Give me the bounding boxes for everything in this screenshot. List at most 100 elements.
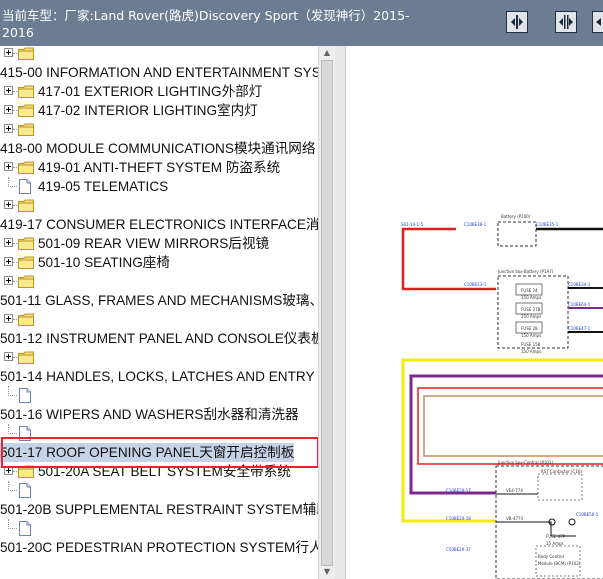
tree-item[interactable]: 415-00 INFORMATION AND ENTERTAINMENT SYS (0, 63, 318, 82)
pane-splitter[interactable] (335, 46, 345, 579)
diagram-label: C10BE34-1 (568, 282, 591, 287)
folder-icon (18, 237, 34, 250)
tree-item[interactable]: 501-20B SUPPLEMENTAL RESTRAINT SYSTEM辅助约 (0, 500, 318, 519)
tree-item-label: 419-01 ANTI-THEFT SYSTEM 防盗系统 (38, 160, 281, 175)
tree-item[interactable] (0, 481, 318, 500)
diagram-label: FUSE 24 (521, 288, 538, 293)
diagram-label: C10BE64-1 (568, 302, 591, 307)
tree-item[interactable]: 417-01 EXTERIOR LIGHTING外部灯 (0, 82, 318, 101)
diagram-label: 15 Amps (546, 541, 564, 546)
folder-icon (18, 161, 34, 174)
tree-item[interactable] (0, 46, 318, 63)
third-pane-button[interactable] (592, 11, 603, 33)
tree-item[interactable]: 418-00 MODULE COMMUNICATIONS模块通讯网络 (0, 139, 318, 158)
tree-item-label: 419-17 CONSUMER ELECTRONICS INTERFACE消费 (0, 217, 318, 232)
expand-plus-icon[interactable] (4, 276, 13, 285)
tree-item[interactable]: 501-12 INSTRUMENT PANEL AND CONSOLE仪表板 (0, 329, 318, 348)
tree-item[interactable] (0, 196, 318, 215)
tree-item[interactable]: 419-05 TELEMATICS (0, 177, 318, 196)
tree-item-label: 417-02 INTERIOR LIGHTING室内灯 (38, 103, 258, 118)
folder-icon (18, 313, 34, 326)
diagram-label: RST Contactor (C16) (541, 469, 582, 474)
folder-icon (18, 256, 34, 269)
arrow-icon (596, 18, 601, 26)
expand-plus-icon[interactable] (4, 200, 13, 209)
tree-item[interactable]: 501-10 SEATING座椅 (0, 253, 318, 272)
expand-plus-icon[interactable] (4, 124, 13, 133)
scroll-down-arrow-icon[interactable]: ▼ (319, 565, 335, 579)
diagram-label: VB-4774 (506, 516, 524, 521)
tree-item-label: 501-20B SUPPLEMENTAL RESTRAINT SYSTEM辅助约 (0, 502, 318, 517)
diagram-label: C10BE47-1 (568, 326, 591, 331)
diagram-label: FUSE 47P (546, 534, 566, 539)
tree-item-label: 501-10 SEATING座椅 (38, 255, 170, 270)
tree-item-label: 501-14 HANDLES, LOCKS, LATCHES AND ENTRY… (0, 369, 318, 384)
expand-plus-icon[interactable] (4, 238, 13, 247)
tree-view[interactable]: 415-00 INFORMATION AND ENTERTAINMENT SYS… (0, 46, 318, 579)
diagram-label: 150 Amps (521, 333, 541, 338)
split-pane-button[interactable] (555, 11, 577, 33)
diagram-label: VE4-774 (506, 488, 523, 493)
diagram-label: C10BE20-37 (446, 547, 471, 552)
expand-plus-icon[interactable] (4, 257, 13, 266)
folder-icon (18, 104, 34, 117)
single-arrow-icon (511, 15, 523, 29)
document-icon (19, 483, 31, 498)
wiring-diagram: S01-14-1-5 C10BE36-1 Battery (P100) C10BE35… (401, 214, 603, 579)
tree-item-label: 419-05 TELEMATICS (38, 179, 169, 194)
tree-item[interactable]: 501-09 REAR VIEW MIRRORS后视镜 (0, 234, 318, 253)
folder-icon (18, 85, 34, 98)
diagram-label: FUSE 28 (521, 326, 538, 331)
double-arrow-icon (559, 15, 573, 29)
diagram-label: Body Control (538, 554, 564, 559)
expand-plus-icon[interactable] (4, 105, 13, 114)
scroll-thumb[interactable] (321, 60, 333, 566)
tree-item[interactable] (0, 386, 318, 405)
expand-plus-icon[interactable] (4, 86, 13, 95)
vehicle-title: 当前车型：厂家:Land Rover(路虎)Discovery Sport（发现… (2, 8, 410, 40)
tree-item[interactable]: 501-16 WIPERS AND WASHERS刮水器和清洗器 (0, 405, 318, 424)
tree-item-label: 415-00 INFORMATION AND ENTERTAINMENT SYS (0, 65, 318, 80)
tree-item[interactable]: 501-11 GLASS, FRAMES AND MECHANISMS玻璃、 (0, 291, 318, 310)
folder-icon (18, 47, 34, 60)
diagram-label: C10BE36-1 (464, 222, 487, 227)
expand-pane-button[interactable] (506, 11, 528, 33)
document-icon (19, 388, 31, 403)
folder-icon (18, 275, 34, 288)
tree-item-label: 501-11 GLASS, FRAMES AND MECHANISMS玻璃、 (0, 293, 318, 308)
tree-item-label: 501-20C PEDESTRIAN PROTECTION SYSTEM行人保 (0, 540, 318, 555)
wiring-diagram-pane[interactable]: S01-14-1-5 C10BE36-1 Battery (P100) C10BE35… (345, 46, 603, 579)
document-icon (19, 179, 31, 194)
tree-scrollbar[interactable]: ▲ ▼ (318, 46, 335, 579)
expand-plus-icon[interactable] (4, 48, 13, 57)
red-wire (401, 227, 496, 291)
tree-item[interactable]: 501-20C PEDESTRIAN PROTECTION SYSTEM行人保 (0, 538, 318, 557)
diagram-label: Junction box-Battery (P1A7) (497, 269, 554, 274)
expand-plus-icon[interactable] (4, 314, 13, 323)
tree-item[interactable] (0, 272, 318, 291)
diagram-label: 150 Amps (521, 314, 541, 319)
scroll-up-arrow-icon[interactable]: ▲ (319, 46, 335, 60)
diagram-label: Junction box-Central (P101) (497, 460, 554, 465)
expand-plus-icon[interactable] (4, 352, 13, 361)
diagram-label: FUSE 27B (521, 307, 541, 312)
tree-item[interactable] (0, 120, 318, 139)
folder-icon (18, 351, 34, 364)
folder-icon (18, 199, 34, 212)
expand-plus-icon[interactable] (4, 162, 13, 171)
tree-item[interactable]: 417-02 INTERIOR LIGHTING室内灯 (0, 101, 318, 120)
diagram-label: FUSE 15B (521, 342, 541, 347)
diagram-label: C10BE20-17 (446, 488, 471, 493)
purple-wire (409, 374, 603, 495)
tree-item[interactable] (0, 519, 318, 538)
tree-item[interactable]: 419-01 ANTI-THEFT SYSTEM 防盗系统 (0, 158, 318, 177)
tree-item-label: 501-12 INSTRUMENT PANEL AND CONSOLE仪表板 (0, 331, 318, 346)
tree-item[interactable] (0, 348, 318, 367)
tree-item-label: 417-01 EXTERIOR LIGHTING外部灯 (38, 84, 263, 99)
tree-item[interactable]: 501-14 HANDLES, LOCKS, LATCHES AND ENTRY… (0, 367, 318, 386)
diagram-label: C10BE50-1 (576, 512, 599, 517)
tree-item[interactable]: 419-17 CONSUMER ELECTRONICS INTERFACE消费 (0, 215, 318, 234)
selection-highlight-box (1, 437, 319, 468)
diagram-label: C10BE35-1 (536, 222, 559, 227)
tree-item[interactable] (0, 310, 318, 329)
